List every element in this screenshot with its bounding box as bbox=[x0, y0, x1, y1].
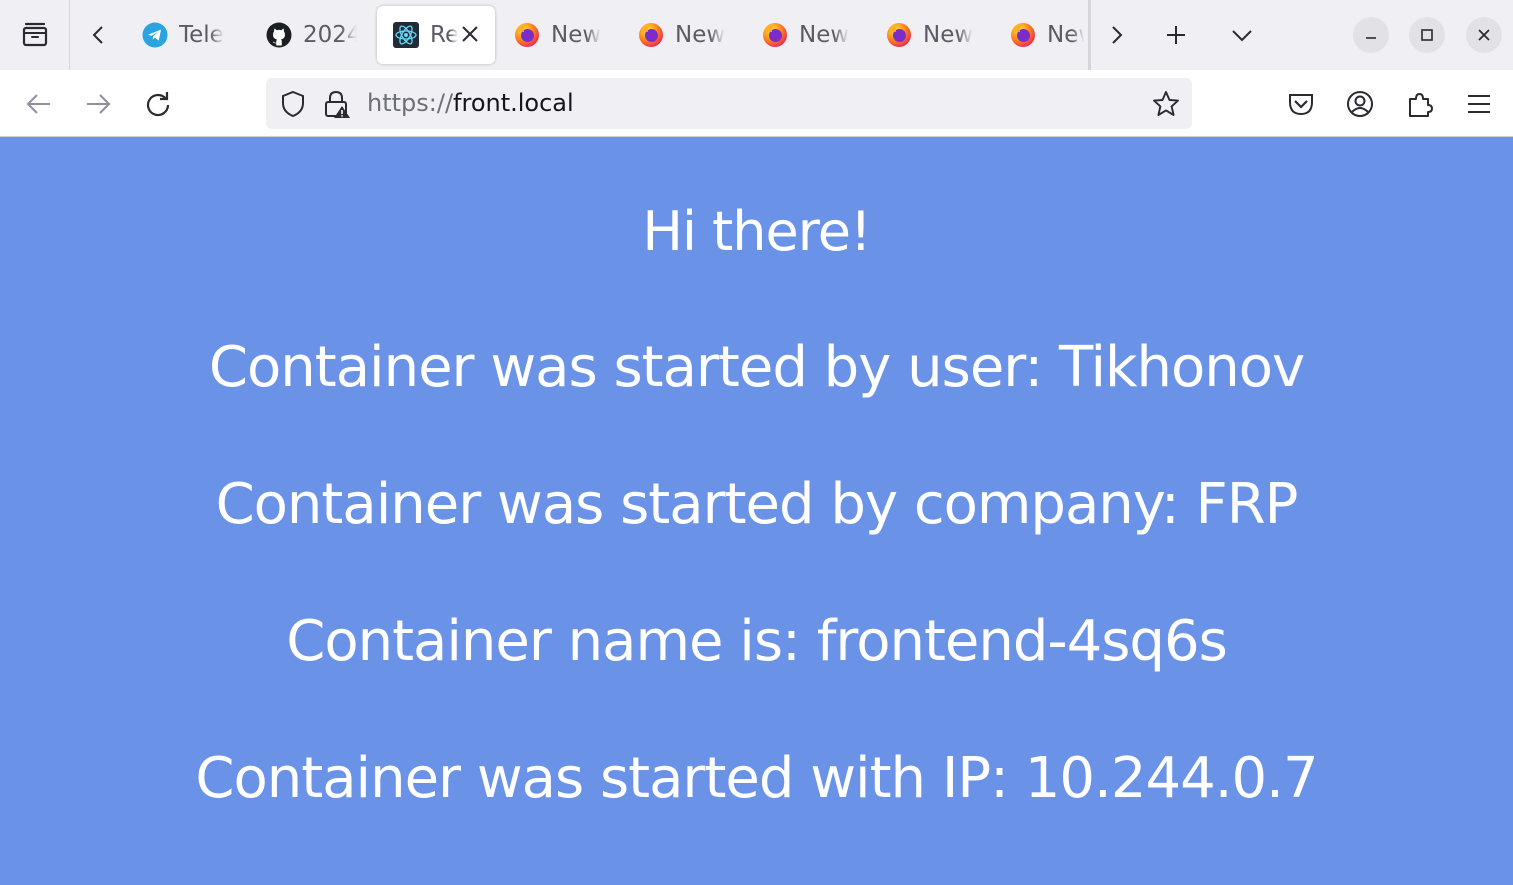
container-name-text: Container name is: frontend-4sq6s bbox=[286, 609, 1228, 674]
extensions-puzzle-icon[interactable] bbox=[1406, 90, 1434, 118]
firefox-icon bbox=[515, 23, 539, 47]
chevron-down-icon bbox=[1232, 30, 1252, 42]
telegram-icon bbox=[142, 22, 168, 48]
tab-telegram[interactable]: Tele bbox=[126, 6, 250, 64]
close-window-button[interactable] bbox=[1455, 0, 1513, 70]
address-bar[interactable]: https://front.local bbox=[266, 78, 1192, 129]
url-scheme: https:// bbox=[367, 89, 454, 117]
insecure-lock-warning-icon[interactable] bbox=[322, 89, 352, 119]
firefox-view-button[interactable] bbox=[0, 0, 70, 70]
tab-label: New bbox=[799, 22, 850, 48]
github-icon bbox=[266, 22, 292, 48]
tab-react-active[interactable]: Re bbox=[377, 6, 495, 64]
tab-new-tab[interactable]: New bbox=[994, 6, 1084, 64]
url-host: front.local bbox=[453, 89, 574, 117]
bookmark-star-icon[interactable] bbox=[1152, 90, 1180, 118]
tab-new-tab[interactable]: New bbox=[622, 6, 746, 64]
firefox-icon bbox=[1011, 23, 1035, 47]
page-content: Hi there! Container was started by user:… bbox=[0, 138, 1513, 885]
firefox-icon bbox=[763, 23, 787, 47]
started-by-company-text: Container was started by company: FRP bbox=[215, 472, 1299, 537]
new-tab-button[interactable] bbox=[1143, 0, 1209, 70]
back-arrow-icon[interactable] bbox=[25, 90, 53, 118]
forward-arrow-icon[interactable] bbox=[84, 90, 112, 118]
started-by-user-text: Container was started by user: Tikhonov bbox=[208, 335, 1305, 400]
close-icon bbox=[1478, 29, 1490, 41]
scroll-tabs-left-button[interactable] bbox=[70, 0, 126, 70]
list-all-tabs-button[interactable] bbox=[1209, 0, 1275, 70]
react-icon bbox=[393, 22, 419, 48]
maximize-window-button[interactable] bbox=[1399, 0, 1455, 70]
hamburger-menu-icon[interactable] bbox=[1465, 90, 1493, 118]
firefox-view-icon bbox=[22, 22, 47, 47]
tab-label: New bbox=[675, 22, 726, 48]
reload-icon[interactable] bbox=[144, 90, 172, 118]
container-ip-text: Container was started with IP: 10.244.0.… bbox=[195, 746, 1318, 811]
tab-label: New bbox=[551, 22, 602, 48]
tab-label: Tele bbox=[179, 22, 224, 48]
tab-list: Tele 2024 Re New New New New Ne bbox=[126, 0, 1084, 70]
tab-strip: Tele 2024 Re New New New New Ne bbox=[0, 0, 1513, 70]
tracking-protection-shield-icon[interactable] bbox=[280, 90, 306, 118]
plus-icon bbox=[1167, 26, 1185, 44]
tab-new-tab[interactable]: New bbox=[870, 6, 994, 64]
tab-github[interactable]: 2024 bbox=[250, 6, 374, 64]
close-tab-icon[interactable] bbox=[459, 23, 481, 45]
chevron-left-icon bbox=[92, 26, 103, 44]
tab-label: 2024 bbox=[303, 22, 357, 48]
pocket-icon[interactable] bbox=[1287, 90, 1315, 118]
tab-label: New bbox=[1047, 22, 1084, 48]
tab-new-tab[interactable]: New bbox=[498, 6, 622, 64]
tab-new-tab[interactable]: New bbox=[746, 6, 870, 64]
navigation-toolbar: https://front.local bbox=[0, 70, 1513, 137]
account-icon[interactable] bbox=[1346, 90, 1374, 118]
maximize-icon bbox=[1421, 29, 1433, 41]
minimize-window-button[interactable] bbox=[1343, 0, 1399, 70]
minimize-icon bbox=[1366, 37, 1376, 39]
firefox-icon bbox=[887, 23, 911, 47]
scroll-tabs-right-button[interactable] bbox=[1091, 0, 1143, 70]
firefox-icon bbox=[639, 23, 663, 47]
url-text[interactable]: https://front.local bbox=[367, 89, 574, 117]
tab-label: New bbox=[923, 22, 974, 48]
greeting-heading: Hi there! bbox=[642, 200, 871, 263]
chevron-right-icon bbox=[1112, 26, 1123, 44]
tab-label: Re bbox=[430, 22, 458, 48]
